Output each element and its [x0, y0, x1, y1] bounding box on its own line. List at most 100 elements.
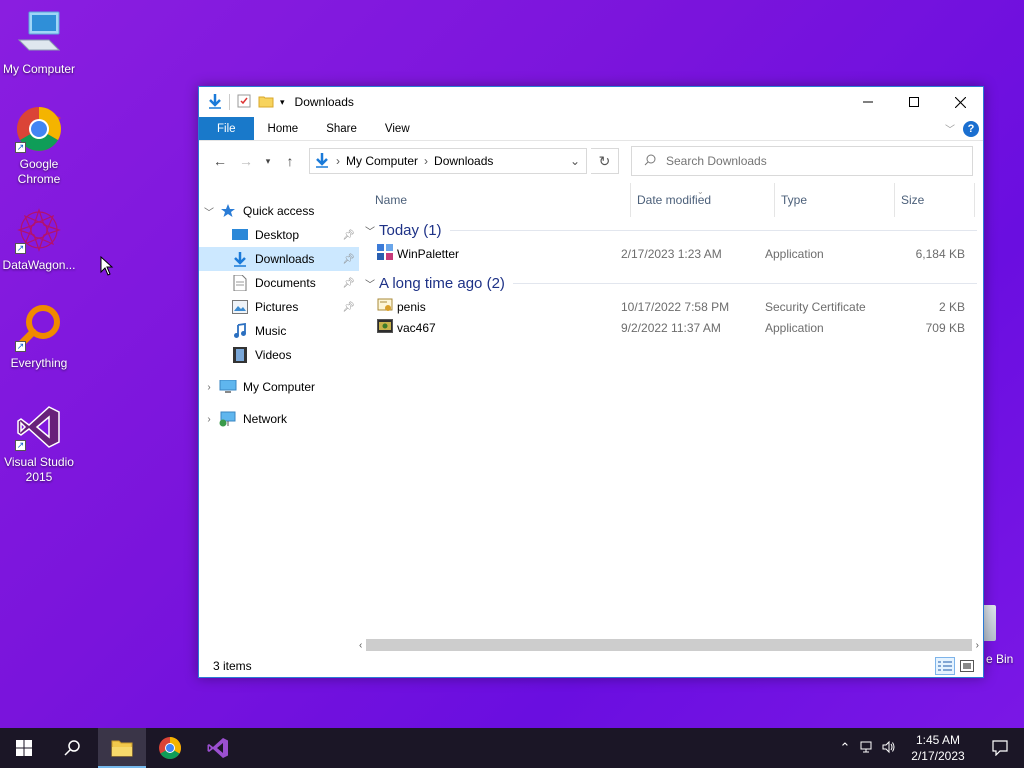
- up-button[interactable]: ↑: [279, 150, 301, 172]
- recycle-bin-label: e Bin: [986, 652, 1014, 666]
- recent-locations-button[interactable]: ▾: [261, 150, 275, 172]
- group-label: A long time ago (2): [379, 274, 505, 292]
- collapse-group-icon[interactable]: ﹀: [365, 276, 379, 291]
- taskbar-visual-studio[interactable]: [194, 728, 242, 768]
- file-type: Security Certificate: [765, 299, 866, 314]
- shortcut-arrow-icon: ↗: [15, 341, 26, 352]
- visual-studio-icon: [207, 738, 228, 758]
- column-header-size[interactable]: Size: [895, 183, 975, 217]
- chrome-icon: [159, 737, 181, 759]
- horizontal-scrollbar[interactable]: ‹ ›: [359, 637, 979, 653]
- clock-time: 1:45 AM: [915, 733, 961, 747]
- minimize-button[interactable]: [845, 87, 891, 117]
- scroll-left-icon[interactable]: ‹: [359, 640, 362, 651]
- computer-icon: [219, 379, 237, 395]
- taskbar-google-chrome[interactable]: [146, 728, 194, 768]
- customize-toolbar-dropdown-icon[interactable]: ▾: [280, 97, 285, 108]
- tab-share[interactable]: Share: [312, 117, 371, 140]
- group-header-today[interactable]: ﹀ Today (1): [359, 217, 983, 243]
- search-input[interactable]: [666, 154, 946, 168]
- scrollbar-thumb[interactable]: [366, 639, 972, 651]
- large-icons-view-button[interactable]: [957, 657, 977, 675]
- nav-network[interactable]: › Network: [199, 407, 359, 431]
- nav-item-pictures[interactable]: Pictures 📌︎: [199, 295, 359, 319]
- close-button[interactable]: [937, 87, 983, 117]
- nav-item-music[interactable]: Music: [199, 319, 359, 343]
- breadcrumb-separator-icon[interactable]: ›: [336, 154, 340, 168]
- pin-icon[interactable]: 📌︎: [342, 254, 355, 265]
- new-folder-icon[interactable]: [258, 93, 274, 112]
- tab-home[interactable]: Home: [254, 117, 313, 140]
- show-hidden-icons-chevron-icon[interactable]: ⌃: [834, 740, 856, 756]
- system-tray: ⌃ 1:45 AM 2/17/2023: [834, 728, 1024, 768]
- downloads-location-icon: [314, 152, 330, 171]
- nav-item-downloads[interactable]: Downloads 📌︎: [199, 247, 359, 271]
- start-button[interactable]: [0, 728, 48, 768]
- tab-view[interactable]: View: [371, 117, 424, 140]
- maximize-button[interactable]: [891, 87, 937, 117]
- status-bar: 3 items: [199, 655, 983, 677]
- volume-icon[interactable]: [878, 740, 900, 757]
- help-button[interactable]: ?: [963, 120, 979, 137]
- nav-item-desktop[interactable]: Desktop 📌︎: [199, 223, 359, 247]
- breadcrumb-downloads[interactable]: Downloads: [434, 154, 493, 168]
- nav-item-label: Desktop: [255, 228, 300, 242]
- search-button[interactable]: [48, 728, 96, 768]
- file-size: 2 KB: [938, 299, 965, 314]
- breadcrumb-separator-icon[interactable]: ›: [424, 154, 428, 168]
- taskbar-file-explorer[interactable]: [98, 728, 146, 768]
- download-arrow-icon: [207, 93, 223, 112]
- forward-button[interactable]: →: [235, 150, 257, 172]
- properties-icon[interactable]: [236, 93, 252, 112]
- clock[interactable]: 1:45 AM 2/17/2023: [900, 732, 976, 764]
- nav-item-videos[interactable]: Videos: [199, 343, 359, 367]
- desktop-icon-label: My Computer: [2, 62, 76, 76]
- desktop-icon-everything[interactable]: ↗ Everything: [0, 304, 78, 371]
- music-folder-icon: [231, 323, 249, 339]
- nav-quick-access[interactable]: ﹀ Quick access: [199, 199, 359, 223]
- pin-icon[interactable]: 📌︎: [342, 230, 355, 241]
- expand-chevron-icon[interactable]: ›: [199, 414, 219, 425]
- file-name: WinPaletter: [397, 246, 460, 261]
- application-file-icon: [377, 318, 393, 337]
- network-status-icon[interactable]: [856, 740, 878, 757]
- file-size: 6,184 KB: [915, 246, 965, 261]
- refresh-button[interactable]: ↻: [591, 148, 619, 174]
- collapse-group-icon[interactable]: ﹀: [365, 223, 379, 238]
- expand-chevron-icon[interactable]: ›: [199, 382, 219, 393]
- desktop-icon-visual-studio[interactable]: ↗ Visual Studio 2015: [0, 403, 78, 485]
- expand-ribbon-chevron-icon[interactable]: ﹀: [945, 121, 955, 136]
- scroll-right-icon[interactable]: ›: [976, 640, 979, 651]
- search-box[interactable]: [631, 146, 973, 176]
- expand-chevron-icon[interactable]: ﹀: [199, 204, 219, 219]
- desktop-icon-datawagon[interactable]: ↗ DataWagon...: [0, 206, 78, 273]
- file-row[interactable]: vac467 9/2/2022 11:37 AM Application 709…: [359, 317, 983, 338]
- column-header-type[interactable]: Type: [775, 183, 895, 217]
- desktop-icon-google-chrome[interactable]: ↗ Google Chrome: [0, 105, 78, 187]
- notification-icon: [992, 740, 1008, 756]
- nav-my-computer[interactable]: › My Computer: [199, 375, 359, 399]
- search-icon: [644, 154, 656, 169]
- column-header-name[interactable]: Name: [359, 183, 631, 217]
- file-row[interactable]: penis 10/17/2022 7:58 PM Security Certif…: [359, 296, 983, 317]
- desktop-icon-my-computer[interactable]: My Computer: [0, 10, 78, 77]
- nav-item-label: Quick access: [243, 204, 315, 218]
- action-center-button[interactable]: [976, 740, 1024, 756]
- pin-icon[interactable]: 📌︎: [342, 302, 355, 313]
- nav-item-label: Network: [243, 412, 288, 426]
- chrome-icon: ↗: [15, 105, 63, 153]
- computer-icon: [15, 10, 63, 58]
- downloads-folder-icon: [231, 251, 249, 267]
- tab-file[interactable]: File: [199, 117, 254, 140]
- breadcrumb-my-computer[interactable]: My Computer: [346, 154, 418, 168]
- back-button[interactable]: ←: [209, 150, 231, 172]
- search-icon: [64, 740, 80, 756]
- details-view-button[interactable]: [935, 657, 955, 675]
- everything-search-icon: ↗: [15, 304, 63, 352]
- file-row[interactable]: WinPaletter 2/17/2023 1:23 AM Applicatio…: [359, 243, 983, 264]
- group-header-long-time-ago[interactable]: ﹀ A long time ago (2): [359, 270, 983, 296]
- pin-icon[interactable]: 📌︎: [342, 278, 355, 289]
- address-bar[interactable]: › My Computer › Downloads ⌄: [309, 148, 587, 174]
- address-dropdown-icon[interactable]: ⌄: [564, 154, 586, 168]
- nav-item-documents[interactable]: Documents 📌︎: [199, 271, 359, 295]
